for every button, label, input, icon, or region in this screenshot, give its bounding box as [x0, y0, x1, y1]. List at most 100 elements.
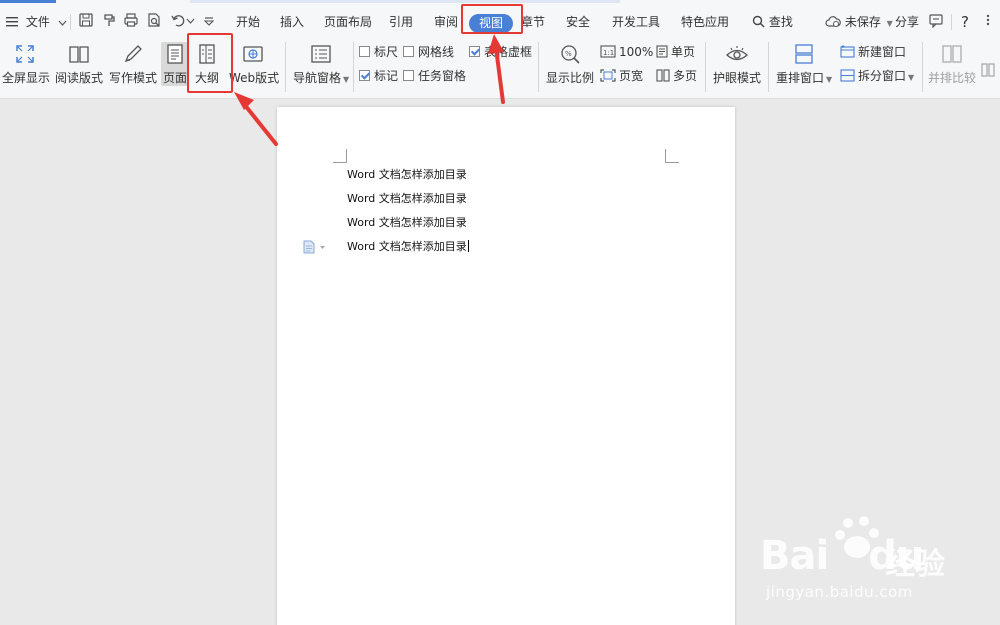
fullscreen-button[interactable]: 全屏显示 [2, 42, 51, 86]
format-painter-icon[interactable] [101, 12, 119, 30]
single-page-icon [656, 45, 668, 62]
web-layout-button[interactable]: Web版式 [229, 42, 280, 86]
unsaved-label: 未保存 [844, 15, 881, 29]
tab-insert[interactable]: 插入 [280, 14, 304, 30]
split-window-button[interactable]: 拆分窗口 ▼ [840, 68, 914, 84]
tab-review[interactable]: 审阅 [434, 14, 458, 30]
tab-security[interactable]: 安全 [566, 14, 590, 30]
tab-developer-tools[interactable]: 开发工具 [612, 14, 660, 30]
divider [951, 14, 952, 30]
reading-layout-button[interactable]: 阅读版式 [55, 42, 103, 86]
divider [70, 14, 71, 30]
page-width-icon [600, 69, 616, 86]
fullscreen-icon [13, 42, 37, 66]
web-icon [241, 42, 265, 66]
eye-care-button[interactable]: 护眼模式 [712, 42, 762, 86]
crop-mark [333, 149, 347, 163]
view-tab-highlight-box [461, 4, 523, 34]
divider [768, 42, 769, 92]
navigation-pane-icon [309, 42, 333, 66]
checkbox-icon [403, 70, 414, 81]
chevron-down-icon: ▼ [886, 19, 893, 28]
outline-highlight-box [187, 33, 233, 93]
document-page[interactable]: Word 文档怎样添加目录 Word 文档怎样添加目录 Word 文档怎样添加目… [277, 107, 735, 625]
book-icon [67, 42, 91, 66]
arrange-windows-icon [792, 42, 816, 66]
page-width-button[interactable]: 页宽 [600, 68, 643, 84]
divider [705, 42, 706, 92]
split-window-icon [840, 69, 855, 86]
document-line[interactable]: Word 文档怎样添加目录 [347, 168, 467, 182]
page-layout-button[interactable]: 页面 [161, 42, 189, 86]
text-cursor [467, 240, 469, 252]
multi-page-icon [656, 69, 670, 86]
document-line[interactable]: Word 文档怎样添加目录 [347, 240, 469, 254]
baidu-jingyan-watermark: Bai du 经验 jingyan.baidu.com [760, 515, 960, 615]
chevron-down-icon: ▼ [826, 75, 833, 84]
tab-page-layout[interactable]: 页面布局 [324, 14, 372, 30]
paragraph-layout-icon[interactable] [303, 240, 333, 254]
print-icon[interactable] [123, 12, 141, 30]
help-button[interactable]: ? [961, 14, 969, 30]
ruler-checkbox[interactable]: 标尺 [359, 44, 398, 60]
divider [538, 42, 539, 92]
print-preview-icon[interactable] [146, 12, 164, 30]
zoom-icon: % [558, 42, 582, 66]
marks-checkbox[interactable]: 标记 [359, 68, 398, 84]
multi-page-button[interactable]: 多页 [656, 68, 697, 84]
save-icon[interactable] [78, 12, 96, 30]
watermark-url: jingyan.baidu.com [766, 583, 913, 601]
divider [922, 42, 923, 92]
more-icon[interactable] [982, 12, 1000, 30]
share-button[interactable]: 分享 [895, 14, 919, 30]
new-window-icon [840, 45, 855, 62]
gridlines-checkbox[interactable]: 网格线 [403, 44, 454, 60]
tab-start[interactable]: 开始 [236, 14, 260, 30]
tab-chapter[interactable]: 章节 [521, 14, 545, 30]
writing-mode-label: 写作模式 [108, 71, 157, 85]
crop-mark [665, 149, 679, 163]
single-page-button[interactable]: 单页 [656, 44, 695, 60]
tab-special-features[interactable]: 特色应用 [681, 14, 729, 30]
doc-tab-area [190, 0, 620, 3]
svg-text:1:1: 1:1 [603, 49, 614, 57]
document-line[interactable]: Word 文档怎样添加目录 [347, 192, 467, 206]
actual-size-icon: 1:1 [600, 45, 616, 62]
arrange-windows-button[interactable]: 重排窗口 ▼ [776, 42, 832, 86]
customize-toolbar-icon[interactable] [203, 12, 221, 30]
web-layout-label: Web版式 [229, 71, 280, 85]
checkbox-checked-icon [469, 46, 480, 57]
navigation-pane-button[interactable]: 导航窗格 ▼ [293, 42, 349, 86]
svg-text:%: % [565, 50, 572, 58]
unsaved-status[interactable]: 未保存 ▼ [825, 14, 893, 30]
new-window-button[interactable]: 新建窗口 [840, 44, 906, 60]
side-by-side-icon [940, 42, 964, 66]
checkbox-icon [403, 46, 414, 57]
tab-references[interactable]: 引用 [389, 14, 413, 30]
page-icon [163, 42, 187, 66]
chevron-down-icon[interactable] [186, 12, 196, 30]
hamburger-icon [6, 15, 18, 31]
comment-icon[interactable] [928, 12, 946, 30]
ribbon: 全屏显示 阅读版式 写作模式 页面 大纲 Web版式 导航窗格 ▼ 标尺 网格线… [0, 38, 1000, 99]
eye-care-label: 护眼模式 [712, 71, 761, 85]
zoom-100-button[interactable]: 1:1 100% [600, 44, 653, 60]
arrange-windows-label: 重排窗口 ▼ [776, 71, 833, 85]
fullscreen-label: 全屏显示 [2, 71, 51, 85]
navigation-pane-label: 导航窗格 ▼ [293, 71, 350, 85]
zoom-button[interactable]: % 显示比例 [546, 42, 594, 86]
table-frame-checkbox[interactable]: 表格虚框 [469, 44, 532, 60]
search-button[interactable]: 查找 [752, 14, 793, 30]
writing-mode-button[interactable]: 写作模式 [108, 42, 158, 86]
document-line[interactable]: Word 文档怎样添加目录 [347, 216, 467, 230]
watermark-cn: 经验 [885, 547, 945, 582]
compare-side-by-side-button[interactable]: 并排比较 [927, 42, 977, 86]
reading-layout-label: 阅读版式 [55, 71, 104, 85]
file-menu[interactable]: 文件 [6, 14, 67, 30]
zoom-label: 显示比例 [546, 71, 595, 85]
eye-icon [725, 42, 749, 66]
sync-scroll-icon[interactable] [980, 62, 998, 80]
compare-label: 并排比较 [927, 71, 976, 85]
task-pane-checkbox[interactable]: 任务窗格 [403, 68, 466, 84]
search-icon [752, 15, 765, 32]
